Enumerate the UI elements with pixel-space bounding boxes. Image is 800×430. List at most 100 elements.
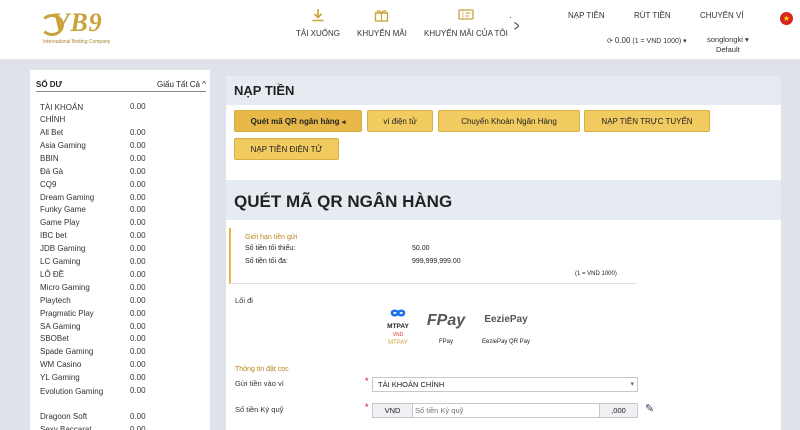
- pencil-icon[interactable]: ✎: [645, 402, 654, 415]
- gateway-fpay-label: FPay: [438, 339, 453, 345]
- amount-input[interactable]: [415, 404, 600, 417]
- gift-icon: [357, 8, 407, 24]
- amount-field[interactable]: VND ,000: [372, 403, 638, 418]
- gateway-label: Lối đi: [235, 296, 253, 305]
- vb9-logo[interactable]: VB9 International Betting Company: [40, 8, 145, 48]
- nav-my-promotions[interactable]: KHUYẾN MÃI CỦA TÔI: [424, 8, 508, 38]
- balance-value: 0.00: [614, 36, 631, 45]
- logo-wordmark: VB9: [52, 8, 103, 37]
- mtpay-logo-icon: [378, 306, 418, 323]
- sidebar-item-name: SBOBet: [40, 334, 69, 344]
- nav-promotions-label: KHUYẾN MÃI: [357, 29, 407, 38]
- sidebar-item-value: 0.00: [130, 231, 146, 241]
- sidebar-item-value: 0.00: [130, 205, 146, 215]
- vietnam-flag-icon[interactable]: ★: [780, 12, 793, 25]
- sidebar-item-name: LC Gaming: [40, 257, 81, 266]
- limits-heading: Giới hạn tiền gửi: [245, 234, 298, 241]
- top-bar: VB9 International Betting Company TẢI XU…: [0, 0, 800, 60]
- sidebar-item-value: 0.00: [130, 334, 146, 344]
- max-amount-label: Số tiền tối đa:: [245, 258, 288, 265]
- nav-download[interactable]: TẢI XUỐNG: [296, 8, 340, 38]
- sidebar-item-name: Pragmatic Play: [40, 308, 94, 318]
- sidebar-header: SỐ DƯ Giấu Tất Cả ^: [36, 80, 206, 92]
- deposit-info-heading: Thông tin đặt cọc: [235, 366, 289, 373]
- sidebar-item-name: Game Play: [40, 218, 80, 228]
- hide-all-toggle[interactable]: Giấu Tất Cả ^: [157, 80, 206, 89]
- sidebar-item-name: SA Gaming: [40, 321, 81, 331]
- balance-dropdown-caret-icon[interactable]: ▾: [683, 38, 687, 45]
- nav-more-dots-icon: ·: [509, 12, 513, 23]
- balance-display[interactable]: ⟳ 0.00 (1 = VND 1000) ▾: [607, 36, 687, 45]
- tab-qr-bank[interactable]: Quét mã QR ngân hàng ◂: [234, 110, 362, 132]
- amount-label: Số tiền Ký quỹ: [235, 405, 284, 414]
- sidebar-title: SỐ DƯ: [36, 80, 63, 89]
- page-title: NẠP TIỀN: [226, 76, 781, 105]
- balance-sidebar: SỐ DƯ Giấu Tất Cả ^ TÀI KHOẢN CHÍNH 0.00 A…: [30, 70, 210, 430]
- nav-next-chevron-icon[interactable]: >: [514, 18, 520, 36]
- sidebar-item-value: 0.00: [130, 257, 146, 266]
- wallet-select[interactable]: TÀI KHOẢN CHÍNH ▾: [372, 377, 638, 392]
- withdraw-link[interactable]: RÚT TIỀN: [634, 11, 671, 20]
- sidebar-item-name: CQ9: [40, 179, 57, 189]
- sidebar-item-name: BBIN: [40, 153, 59, 163]
- gateway-mtpay[interactable]: MTPAY VND MTPAY: [378, 306, 418, 347]
- caret-left-icon: ◂: [341, 119, 346, 126]
- tab-bank-transfer[interactable]: Chuyển Khoản Ngân Hàng: [438, 110, 580, 132]
- min-amount-value: 50.00: [412, 245, 430, 252]
- sidebar-item-name: IBC bet: [40, 231, 67, 241]
- sidebar-item-name: Dragoon Soft: [40, 412, 88, 421]
- gateway-eeziepay[interactable]: EeziePay EeziePay QR Pay: [479, 306, 533, 346]
- sidebar-item-value: 0.00: [130, 347, 146, 357]
- sidebar-item-name: Spade Gaming: [40, 347, 94, 357]
- required-asterisk: *: [365, 376, 369, 386]
- sidebar-item-value: 0.00: [130, 321, 146, 331]
- sidebar-item-name: Micro Gaming: [40, 282, 90, 292]
- nav-promotions[interactable]: KHUYẾN MÃI: [357, 8, 407, 38]
- deposit-limits-box: Giới hạn tiền gửi Số tiền tối thiểu: 50.…: [229, 228, 637, 284]
- deposit-link[interactable]: NẠP TIỀN: [568, 11, 605, 20]
- sidebar-item-value: 0.00: [130, 218, 146, 228]
- sidebar-item-name: Dream Gaming: [40, 192, 95, 202]
- sidebar-item-name: TÀI KHOẢN CHÍNH: [40, 103, 84, 124]
- sidebar-item-name: Playtech: [40, 295, 71, 305]
- transfer-link[interactable]: CHUYỂN VÍ: [700, 11, 744, 20]
- sidebar-item-value: 0.00: [130, 140, 146, 150]
- sidebar-item-value: 0.00: [130, 412, 146, 421]
- sidebar-item-value: 0.00: [130, 244, 146, 254]
- user-level: Default: [715, 45, 740, 54]
- sidebar-item-name: Funky Game: [40, 205, 86, 215]
- sidebar-item-name: All Bet: [40, 128, 64, 137]
- sidebar-item-value: 0.00: [130, 128, 146, 137]
- min-amount-label: Số tiền tối thiểu:: [245, 245, 296, 252]
- gateway-fpay[interactable]: FPay FPay: [426, 306, 466, 346]
- tab-electronic-deposit[interactable]: NẠP TIỀN ĐIỆN TỬ: [234, 138, 339, 160]
- sidebar-item-value: 0.00: [130, 179, 146, 189]
- sidebar-item-value: 0.00: [130, 295, 146, 305]
- sidebar-item-name: Asia Gaming: [40, 140, 86, 150]
- download-icon: [296, 8, 340, 24]
- fpay-logo-icon: FPay: [426, 312, 466, 329]
- gateway-mtpay-label: MTPAY: [388, 340, 408, 346]
- refresh-icon[interactable]: ⟳: [607, 38, 613, 45]
- sidebar-item-name: YL Gaming: [40, 373, 80, 383]
- user-caret-icon: ▾: [744, 35, 749, 44]
- tab-ewallet[interactable]: ví điện tử: [367, 110, 433, 132]
- chevron-down-icon: ▾: [630, 381, 634, 388]
- max-amount-value: 999,999,999.00: [412, 258, 461, 265]
- sidebar-item-value: 0.00: [130, 373, 146, 383]
- sidebar-item-value: 0.00: [130, 269, 146, 279]
- eeziepay-logo-icon: EeziePay: [484, 314, 528, 325]
- logo-tagline: International Betting Company: [43, 39, 111, 45]
- user-menu[interactable]: songlongki ▾ Default: [707, 35, 749, 55]
- limits-rate-note: (1 = VND 1000): [575, 271, 617, 277]
- gateway-eeziepay-label: EeziePay QR Pay: [481, 339, 531, 345]
- sidebar-item-name: LÔ ĐỀ: [40, 269, 65, 279]
- tab-online-deposit[interactable]: NẠP TIỀN TRỰC TUYẾN: [584, 110, 710, 132]
- sidebar-item-value: 0.00: [130, 192, 146, 202]
- username: songlongki: [707, 35, 743, 44]
- sidebar-item-value: 0.00: [130, 424, 146, 430]
- sidebar-item-value: 0.00: [130, 386, 146, 395]
- ticket-icon: [424, 8, 508, 24]
- sidebar-item-value: 0.00: [130, 102, 146, 111]
- currency-prefix: VND: [373, 404, 413, 417]
